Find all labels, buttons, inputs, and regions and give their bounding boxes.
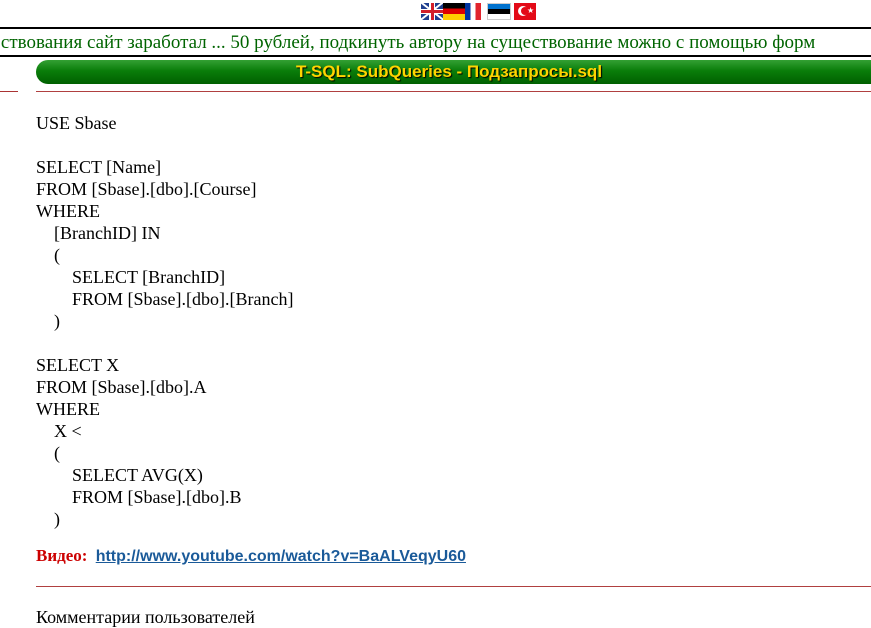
- video-link[interactable]: http://www.youtube.com/watch?v=BaALVeqyU…: [96, 548, 466, 565]
- code-line: ): [36, 311, 60, 331]
- code-line: FROM [Sbase].[dbo].[Course]: [36, 179, 257, 199]
- french-flag-icon[interactable]: [465, 3, 481, 20]
- side-divider: [0, 91, 18, 92]
- code-line: SELECT [BranchID]: [36, 267, 226, 287]
- code-line: ): [36, 509, 60, 529]
- bottom-divider: [36, 586, 871, 587]
- code-line: SELECT X: [36, 355, 120, 375]
- code-line: SELECT AVG(X): [36, 465, 203, 485]
- code-line: SELECT [Name]: [36, 157, 162, 177]
- code-line: USE Sbase: [36, 113, 117, 133]
- page-title: T-SQL: SubQueries - Подзапросы.sql: [295, 62, 603, 81]
- marquee-bar: ествования сайт заработал ... 50 рублей,…: [0, 27, 871, 57]
- code-line: X <: [36, 421, 82, 441]
- code-line: (: [36, 443, 60, 463]
- code-line: WHERE: [36, 201, 100, 221]
- code-line: FROM [Sbase].[dbo].B: [36, 487, 242, 507]
- code-line: FROM [Sbase].[dbo].A: [36, 377, 207, 397]
- marquee-text: ествования сайт заработал ... 50 рублей,…: [0, 32, 816, 53]
- title-bar: T-SQL: SubQueries - Подзапросы.sql: [36, 60, 871, 84]
- turkish-flag-icon[interactable]: ★: [514, 3, 536, 20]
- video-row: Видео: http://www.youtube.com/watch?v=Ba…: [36, 545, 466, 568]
- code-line: WHERE: [36, 399, 100, 419]
- estonian-flag-icon[interactable]: [487, 3, 511, 20]
- english-flag-icon[interactable]: [421, 3, 443, 20]
- code-line: [BranchID] IN: [36, 223, 161, 243]
- german-flag-icon[interactable]: [443, 3, 465, 20]
- code-line: (: [36, 245, 60, 265]
- code-line: FROM [Sbase].[dbo].[Branch]: [36, 289, 294, 309]
- top-divider: [36, 91, 871, 92]
- language-flags: ★: [421, 3, 536, 21]
- video-label: Видео:: [36, 546, 88, 565]
- code-block: USE Sbase SELECT [Name] FROM [Sbase].[dbo]…: [36, 112, 293, 530]
